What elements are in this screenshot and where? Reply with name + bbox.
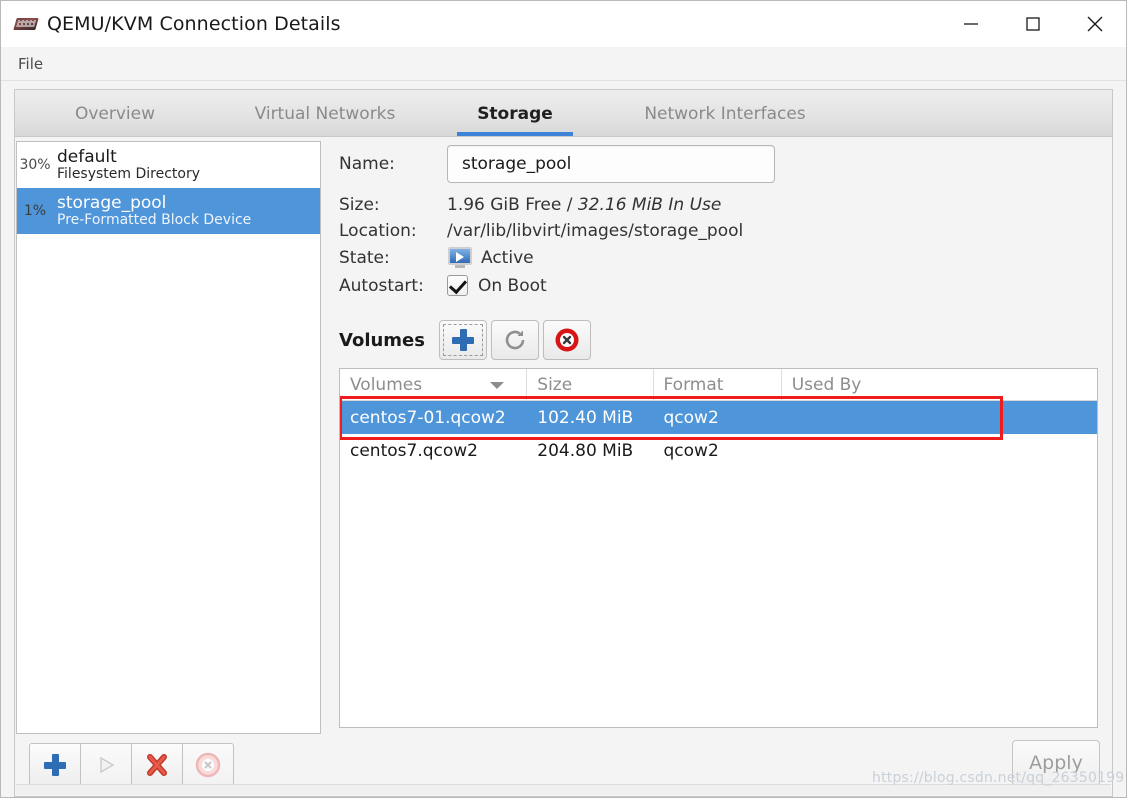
name-label: Name: (339, 154, 395, 174)
name-row: Name: storage_pool (339, 145, 1098, 183)
state-value: Active (481, 248, 534, 268)
location-label: Location: (339, 221, 417, 241)
storage-tab-panel: 30% default Filesystem Directory 1% stor… (14, 136, 1113, 797)
plus-icon (44, 754, 66, 776)
cell-size: 102.40 MiB (537, 407, 634, 428)
size-row: Size: 1.96 GiB Free / 32.16 MiB In Use (339, 195, 1098, 215)
autostart-value: On Boot (478, 275, 547, 296)
autostart-label: Autostart: (339, 275, 424, 296)
cell-size: 204.80 MiB (537, 440, 634, 461)
volumes-table-header: Volumes Size Format Used By (340, 369, 1097, 401)
stop-circle-icon (195, 752, 221, 778)
size-label: Size: (339, 195, 380, 215)
column-header-format[interactable]: Format (654, 369, 782, 401)
pool-name-input[interactable]: storage_pool (447, 145, 775, 183)
pool-usage-percent: 30% (19, 157, 51, 173)
size-separator: / (566, 195, 573, 215)
menu-bar: File (1, 47, 1126, 81)
active-monitor-icon (447, 247, 473, 269)
tab-overview[interactable]: Overview (15, 104, 215, 136)
tab-bar: Overview Virtual Networks Storage Networ… (14, 89, 1113, 136)
size-free-value: 1.96 GiB Free (447, 195, 562, 215)
storage-pool-list[interactable]: 30% default Filesystem Directory 1% stor… (16, 141, 321, 734)
pool-name: default (57, 146, 117, 167)
table-row[interactable]: centos7-01.qcow2 102.40 MiB qcow2 (340, 401, 1097, 434)
stop-pool-button (182, 743, 234, 787)
refresh-icon (505, 330, 525, 350)
column-header-size[interactable]: Size (527, 369, 654, 401)
delete-pool-button[interactable] (131, 743, 183, 787)
delete-circle-icon (555, 328, 579, 352)
cell-format: qcow2 (663, 440, 719, 461)
menu-item-file[interactable]: File (9, 52, 52, 76)
cell-format: qcow2 (663, 407, 719, 428)
title-bar: QEMU/KVM Connection Details (1, 1, 1126, 47)
plus-icon (451, 329, 474, 351)
pool-usage-percent: 1% (23, 203, 47, 219)
list-item[interactable]: 1% storage_pool Pre-Formatted Block Devi… (17, 188, 320, 234)
play-icon (100, 756, 115, 774)
pool-type: Pre-Formatted Block Device (57, 211, 252, 228)
close-icon[interactable] (1064, 1, 1126, 46)
maximize-icon[interactable] (1002, 1, 1064, 46)
size-value: 1.96 GiB Free / 32.16 MiB In Use (447, 195, 721, 215)
autostart-checkbox[interactable] (447, 275, 468, 296)
add-pool-button[interactable] (29, 743, 81, 787)
window-controls (940, 1, 1126, 46)
add-volume-button[interactable] (438, 320, 487, 360)
column-header-used-by[interactable]: Used By (782, 369, 1097, 401)
cell-volume: centos7-01.qcow2 (350, 407, 506, 428)
volumes-toolbar: Volumes (339, 320, 1098, 360)
start-pool-button (80, 743, 132, 787)
volumes-table[interactable]: Volumes Size Format Used By centos7-01.q… (339, 368, 1098, 728)
location-row: Location: /var/lib/libvirt/images/storag… (339, 221, 1098, 241)
size-inuse-value: 32.16 MiB In Use (577, 195, 722, 215)
pool-type: Filesystem Directory (57, 165, 201, 182)
volumes-title: Volumes (339, 329, 425, 351)
chevron-down-icon (490, 381, 505, 389)
list-item[interactable]: 30% default Filesystem Directory (17, 142, 320, 188)
window-title: QEMU/KVM Connection Details (47, 12, 341, 35)
tab-storage[interactable]: Storage (435, 104, 595, 136)
column-header-volumes[interactable]: Volumes (340, 369, 528, 401)
autostart-row: Autostart: On Boot (339, 275, 1098, 296)
watermark-text: https://blog.csdn.net/qq_26350199 (872, 770, 1125, 786)
tab-virtual-networks[interactable]: Virtual Networks (215, 104, 435, 136)
delete-volume-button[interactable] (542, 320, 591, 360)
cell-volume: centos7.qcow2 (350, 440, 478, 461)
pool-name: storage_pool (57, 192, 167, 213)
minimize-icon[interactable] (940, 1, 1002, 46)
pool-details-pane: Name: storage_pool Size: 1.96 GiB Free /… (321, 141, 1112, 734)
red-x-icon (147, 754, 167, 776)
tab-network-interfaces[interactable]: Network Interfaces (595, 104, 855, 136)
kvm-app-icon (13, 16, 39, 32)
state-row: State: Active (339, 247, 1098, 269)
storage-upper-area: 30% default Filesystem Directory 1% stor… (15, 137, 1112, 734)
connection-details-window: QEMU/KVM Connection Details File Overvie… (0, 0, 1127, 798)
state-label: State: (339, 248, 390, 268)
refresh-volumes-button[interactable] (490, 320, 539, 360)
location-value: /var/lib/libvirt/images/storage_pool (447, 221, 744, 241)
table-row[interactable]: centos7.qcow2 204.80 MiB qcow2 (340, 434, 1097, 467)
